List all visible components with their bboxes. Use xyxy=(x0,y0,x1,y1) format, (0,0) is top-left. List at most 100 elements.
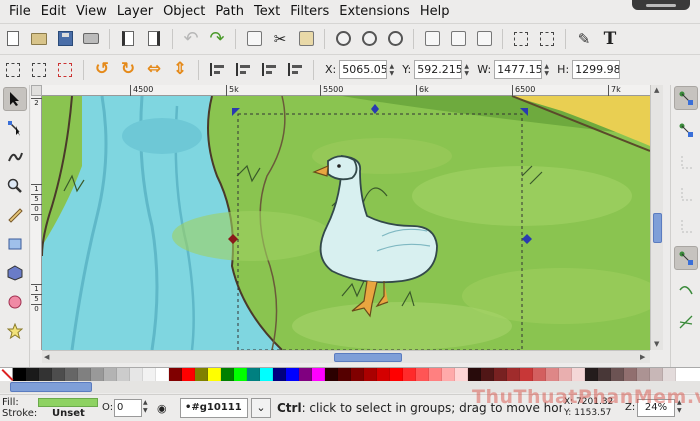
select-all-icon[interactable] xyxy=(2,59,24,81)
menu-layer[interactable]: Layer xyxy=(112,4,158,19)
color-swatch[interactable] xyxy=(221,368,234,382)
snap-bbox-icon[interactable] xyxy=(674,118,698,142)
color-swatch[interactable] xyxy=(546,368,559,382)
color-swatch[interactable] xyxy=(299,368,312,382)
zoom-selection-icon[interactable] xyxy=(332,28,354,50)
copy-icon[interactable] xyxy=(243,28,265,50)
x-spinner[interactable]: ▲ ▼ xyxy=(387,60,396,79)
open-folder-icon[interactable] xyxy=(28,28,50,50)
color-swatch[interactable] xyxy=(403,368,416,382)
color-swatch[interactable] xyxy=(507,368,520,382)
w-field[interactable]: 1477.15 xyxy=(494,60,543,79)
h-field[interactable]: 1299.98 xyxy=(572,60,621,79)
zoom-page-icon[interactable] xyxy=(384,28,406,50)
color-swatch[interactable] xyxy=(39,368,52,382)
color-swatch[interactable] xyxy=(65,368,78,382)
color-swatch[interactable] xyxy=(52,368,65,382)
3d-box-tool-icon[interactable] xyxy=(3,261,27,285)
stroke-indicator[interactable]: Unset xyxy=(52,408,85,419)
color-swatch[interactable] xyxy=(533,368,546,382)
export-icon[interactable] xyxy=(143,28,165,50)
save-icon[interactable] xyxy=(54,28,76,50)
color-swatch[interactable] xyxy=(273,368,286,382)
color-swatch[interactable] xyxy=(104,368,117,382)
import-icon[interactable] xyxy=(117,28,139,50)
horizontal-scroll-thumb[interactable] xyxy=(334,353,402,362)
menu-object[interactable]: Object xyxy=(158,4,210,19)
no-paint-swatch[interactable] xyxy=(0,368,13,382)
undo-icon[interactable]: ↶ xyxy=(180,28,202,50)
print-icon[interactable] xyxy=(80,28,102,50)
menu-path[interactable]: Path xyxy=(210,4,249,19)
group-icon[interactable] xyxy=(510,28,532,50)
y-spinner[interactable]: ▲ ▼ xyxy=(462,60,471,79)
raise-icon[interactable] xyxy=(232,59,254,81)
ellipse-tool-icon[interactable] xyxy=(3,290,27,314)
flip-vertical-icon[interactable]: ⇕ xyxy=(169,59,191,81)
color-swatch[interactable] xyxy=(572,368,585,382)
color-swatch[interactable] xyxy=(195,368,208,382)
unlink-clone-icon[interactable] xyxy=(473,28,495,50)
opacity-field[interactable]: 0 xyxy=(114,399,142,417)
text-font-icon[interactable]: T xyxy=(599,28,621,50)
color-swatch[interactable] xyxy=(468,368,481,382)
color-swatch[interactable] xyxy=(312,368,325,382)
chevron-down-icon[interactable]: ⌄ xyxy=(251,398,271,418)
redo-icon[interactable]: ↷ xyxy=(206,28,228,50)
color-swatch[interactable] xyxy=(663,368,676,382)
color-swatch[interactable] xyxy=(611,368,624,382)
color-swatch[interactable] xyxy=(650,368,663,382)
color-swatch[interactable] xyxy=(351,368,364,382)
color-swatch[interactable] xyxy=(598,368,611,382)
vertical-scroll-thumb[interactable] xyxy=(653,213,662,243)
opacity-spinner[interactable]: ▲ ▼ xyxy=(143,399,148,415)
snap-bbox-midpoints-icon[interactable] xyxy=(674,214,698,238)
zoom-tool-icon[interactable] xyxy=(3,174,27,198)
color-swatch[interactable] xyxy=(429,368,442,382)
horizontal-scrollbar[interactable]: ◀ ▶ xyxy=(42,350,650,363)
color-swatch[interactable] xyxy=(624,368,637,382)
palette-scroll-thumb[interactable] xyxy=(10,382,92,392)
color-swatch[interactable] xyxy=(130,368,143,382)
color-swatch[interactable] xyxy=(234,368,247,382)
color-swatch[interactable] xyxy=(364,368,377,382)
duplicate-icon[interactable] xyxy=(421,28,443,50)
color-swatch[interactable] xyxy=(494,368,507,382)
color-swatch[interactable] xyxy=(286,368,299,382)
color-swatch[interactable] xyxy=(13,368,26,382)
color-swatch[interactable] xyxy=(156,368,169,382)
scroll-down-arrow-icon[interactable]: ▼ xyxy=(654,340,659,348)
color-swatch[interactable] xyxy=(416,368,429,382)
color-swatch[interactable] xyxy=(338,368,351,382)
fill-indicator[interactable] xyxy=(38,398,98,407)
color-swatch[interactable] xyxy=(377,368,390,382)
color-swatch[interactable] xyxy=(208,368,221,382)
selector-tool-icon[interactable] xyxy=(2,87,27,111)
snap-paths-icon[interactable] xyxy=(674,278,698,302)
color-swatch[interactable] xyxy=(260,368,273,382)
deselect-icon[interactable] xyxy=(54,59,76,81)
current-layer-field[interactable]: •#g10111 xyxy=(180,398,248,418)
layer-visibility-icon[interactable]: ◉ xyxy=(157,402,167,415)
select-all-layers-icon[interactable] xyxy=(28,59,50,81)
lower-to-bottom-icon[interactable] xyxy=(284,59,306,81)
snap-bbox-edges-icon[interactable] xyxy=(674,150,698,174)
clone-icon[interactable] xyxy=(447,28,469,50)
color-swatch[interactable] xyxy=(442,368,455,382)
horizontal-ruler[interactable]: 4500 5k 5500 6k 6500 7k xyxy=(42,85,650,96)
scroll-left-arrow-icon[interactable]: ◀ xyxy=(44,353,49,361)
drawing-canvas[interactable] xyxy=(42,96,650,350)
menu-view[interactable]: View xyxy=(71,4,112,19)
rotate-cw-icon[interactable]: ↻ xyxy=(117,59,139,81)
color-swatch[interactable] xyxy=(91,368,104,382)
y-field[interactable]: 592.215 xyxy=(414,60,463,79)
menu-help[interactable]: Help xyxy=(415,4,455,19)
color-swatch[interactable] xyxy=(637,368,650,382)
color-swatch[interactable] xyxy=(481,368,494,382)
scroll-right-arrow-icon[interactable]: ▶ xyxy=(640,353,645,361)
menu-edit[interactable]: Edit xyxy=(36,4,71,19)
tweak-tool-icon[interactable] xyxy=(3,145,27,169)
color-swatch[interactable] xyxy=(585,368,598,382)
rectangle-tool-icon[interactable] xyxy=(3,232,27,256)
color-swatch[interactable] xyxy=(117,368,130,382)
